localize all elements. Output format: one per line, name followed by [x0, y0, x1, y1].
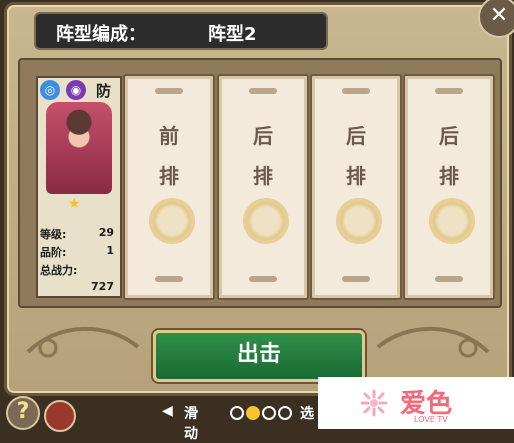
deploy-button[interactable]: 出击: [153, 330, 365, 382]
ornament: [435, 88, 463, 94]
stat-value: 1: [106, 244, 114, 257]
watermark-subtitle: LOVE TV: [414, 415, 448, 424]
stat-label: 总战力:: [40, 264, 78, 277]
empty-slot-emblem-icon: [243, 198, 289, 244]
slot-row-label: 排: [253, 164, 273, 188]
flower-logo-icon: [360, 389, 388, 417]
ornament: [155, 88, 183, 94]
class-emblem-icon: ◉: [66, 80, 86, 100]
ornament: [342, 88, 370, 94]
slot-row-label: 后: [439, 124, 459, 148]
slot-row-label: 前: [159, 124, 179, 148]
help-button[interactable]: ?: [6, 396, 40, 430]
page-dot-active[interactable]: [246, 406, 260, 420]
hero-level: 等级: 29: [40, 226, 116, 242]
formation-slot-back-2[interactable]: 后 排: [310, 74, 402, 300]
hero-power: 总战力: 727: [40, 262, 116, 293]
water-element-icon: ◎: [40, 80, 60, 100]
empty-slot-emblem-icon: [149, 198, 195, 244]
ornament: [435, 276, 463, 282]
stat-value: 29: [98, 226, 114, 239]
arrow-left-icon[interactable]: ◀: [162, 403, 173, 419]
question-icon: ?: [16, 399, 30, 424]
stat-value: 727: [91, 280, 114, 293]
ornament: [155, 276, 183, 282]
formation-slot-front[interactable]: 前 排: [123, 74, 215, 300]
ornament: [342, 276, 370, 282]
hero-card[interactable]: ◎ ◉ 防 ★ 等级: 29 品阶: 1 总战力: 727: [36, 76, 122, 298]
formation-name: 阵型2: [208, 24, 257, 45]
empty-slot-emblem-icon: [429, 198, 475, 244]
stat-label: 等级:: [40, 228, 67, 241]
hero-portrait: [46, 102, 112, 194]
menu-button[interactable]: [44, 400, 76, 432]
watermark: 爱色 LOVE TV: [318, 377, 514, 429]
page-dot[interactable]: [262, 406, 276, 420]
empty-slot-emblem-icon: [336, 198, 382, 244]
page-dot[interactable]: [230, 406, 244, 420]
slot-row-label: 排: [159, 164, 179, 188]
ornament: [249, 276, 277, 282]
slot-row-label: 后: [346, 124, 366, 148]
ornament: [249, 88, 277, 94]
hero-rank: 品阶: 1: [40, 244, 116, 260]
stat-label: 品阶:: [40, 246, 67, 259]
page-dot[interactable]: [278, 406, 292, 420]
slot-row-label: 排: [346, 164, 366, 188]
formation-slot-back-1[interactable]: 后 排: [217, 74, 309, 300]
star-icon: ★: [68, 196, 81, 212]
swipe-label: 滑动: [184, 406, 198, 442]
slot-row-label: 排: [439, 164, 459, 188]
select-label: 选: [300, 406, 314, 422]
hero-role: 防: [96, 82, 112, 100]
formation-title-label: 阵型编成：: [56, 24, 146, 45]
formation-slot-back-3[interactable]: 后 排: [403, 74, 495, 300]
formation-title-bar: 阵型编成： 阵型2: [34, 12, 328, 50]
slot-row-label: 后: [253, 124, 273, 148]
close-icon: ✕: [489, 3, 509, 28]
